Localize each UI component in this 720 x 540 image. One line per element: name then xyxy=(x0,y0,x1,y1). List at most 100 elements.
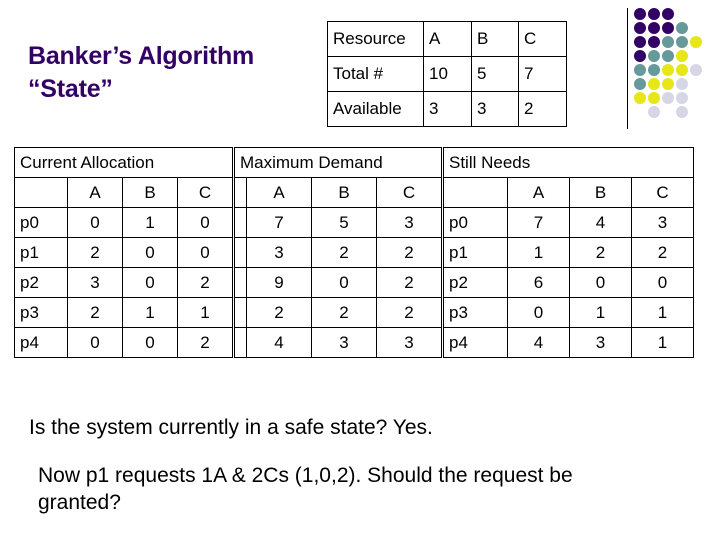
table-row: p1 2 0 0 xyxy=(14,237,233,268)
column-header: C xyxy=(177,177,233,208)
data-cell: 2 xyxy=(67,237,123,268)
decoration-dot xyxy=(676,50,688,62)
still-needs-table: Still Needs A B Cp0 7 4 3 p1 1 2 2 p2 6 0 0 p3 0 1 1 p4 4 3 1 xyxy=(442,147,695,358)
resource-summary-body: Resource A B C Total #10 5 7 Available 3 3 2 xyxy=(327,21,567,127)
process-label-cell: p2 xyxy=(14,267,68,298)
process-label-cell xyxy=(234,207,247,238)
page-title: Banker’s Algorithm “State” xyxy=(28,40,318,107)
data-cell: 2 xyxy=(67,297,123,328)
decoration-dot xyxy=(648,64,660,76)
data-cell: 7 xyxy=(246,207,312,238)
decoration-dot xyxy=(634,92,646,104)
decoration-dot xyxy=(662,8,674,20)
data-cell: 3 xyxy=(569,327,632,358)
decoration-dot xyxy=(634,64,646,76)
column-header: C xyxy=(375,177,443,208)
data-cell: 2 xyxy=(246,297,312,328)
decoration-dot xyxy=(676,78,688,90)
data-cell: 0 xyxy=(177,207,233,238)
current-allocation-table: Current Allocation A B Cp0 0 1 0 p1 2 0 0 p2 3 0 2 p3 2 1… xyxy=(14,147,233,358)
decoration-dot xyxy=(648,8,660,20)
column-header: C xyxy=(630,177,695,208)
decoration-dot xyxy=(648,78,660,90)
maximum-demand-body: Maximum Demand A B C 7 5 3 3 2 2 9 0 2 2 2 2 4 3 3 xyxy=(233,147,443,358)
data-cell: 2 xyxy=(518,91,567,127)
question-safe-state: Is the system currently in a safe state?… xyxy=(29,416,433,439)
table-row: p4 0 0 2 xyxy=(14,327,233,358)
data-cell: 0 xyxy=(311,267,377,298)
data-cell: 2 xyxy=(375,237,443,268)
data-cell: 3 xyxy=(375,207,443,238)
corner-cell xyxy=(234,177,247,208)
data-cell: 9 xyxy=(246,267,312,298)
data-cell: 3 xyxy=(423,91,472,127)
table-row: 902 xyxy=(234,267,443,298)
current-allocation-body: Current Allocation A B Cp0 0 1 0 p1 2 0 0 p2 3 0 2 p3 2 1… xyxy=(14,147,233,358)
data-cell: 3 xyxy=(67,267,123,298)
table-row: Available 3 3 2 xyxy=(327,91,567,127)
decoration-dot xyxy=(676,106,688,118)
table-caption-row: Still Needs xyxy=(442,147,695,178)
process-label-cell: p0 xyxy=(443,207,508,238)
data-cell: 0 xyxy=(569,267,632,298)
column-header: A xyxy=(246,177,312,208)
table-row: p2 6 0 0 xyxy=(443,267,695,298)
page-title-line-2: “State” xyxy=(28,75,113,104)
data-cell: 3 xyxy=(630,207,695,238)
table-row: Total #10 5 7 xyxy=(327,56,567,92)
decoration-dot xyxy=(634,8,646,20)
vertical-divider-rule xyxy=(627,8,628,129)
table-caption-row: Maximum Demand xyxy=(233,147,443,178)
column-header: A xyxy=(507,177,570,208)
decoration-dot xyxy=(634,22,646,34)
row-label-cell: Total # xyxy=(327,56,424,92)
process-label-cell: p1 xyxy=(443,237,508,268)
table-row: p4 4 3 1 xyxy=(443,327,695,358)
decoration-dot xyxy=(634,78,646,90)
table-caption: Still Needs xyxy=(442,147,695,178)
data-cell: 2 xyxy=(375,267,443,298)
table-caption: Maximum Demand xyxy=(233,147,443,178)
process-label-cell: p2 xyxy=(443,267,508,298)
column-header: B xyxy=(569,177,632,208)
data-cell: 0 xyxy=(122,267,178,298)
corner-cell xyxy=(14,177,68,208)
decoration-dot xyxy=(662,64,674,76)
data-cell: 0 xyxy=(122,327,178,358)
column-header: B xyxy=(122,177,178,208)
data-cell: 2 xyxy=(177,327,233,358)
maximum-demand-table: Maximum Demand A B C 7 5 3 3 2 2 9 0 2 2 2 2 4 3 3 xyxy=(233,147,443,358)
decoration-dot xyxy=(690,64,702,76)
table-header-row: ABC xyxy=(14,177,233,208)
process-label-cell xyxy=(234,297,247,328)
table-row: 433 xyxy=(234,327,443,358)
table-header-row: ABC xyxy=(443,177,695,208)
decoration-dot xyxy=(676,92,688,104)
decoration-dot xyxy=(648,92,660,104)
data-cell: 2 xyxy=(311,237,377,268)
process-label-cell xyxy=(234,327,247,358)
data-cell: 7 xyxy=(518,56,567,92)
decoration-dot xyxy=(648,106,660,118)
decoration-dot xyxy=(676,36,688,48)
page-title-line-1: Banker’s Algorithm xyxy=(28,42,255,70)
table-row: p3 2 1 1 xyxy=(14,297,233,328)
row-label-cell: Resource xyxy=(327,21,424,57)
data-cell: 3 xyxy=(471,91,519,127)
data-cell: 7 xyxy=(507,207,570,238)
data-cell: 1 xyxy=(630,297,695,328)
data-cell: B xyxy=(471,21,519,57)
process-label-cell xyxy=(234,237,247,268)
data-cell: 1 xyxy=(122,297,178,328)
decoration-dot xyxy=(634,36,646,48)
dot-grid-decoration xyxy=(634,8,708,128)
table-row: p0 7 4 3 xyxy=(443,207,695,238)
decoration-dot xyxy=(690,36,702,48)
process-label-cell: p4 xyxy=(14,327,68,358)
decoration-dot xyxy=(662,78,674,90)
data-cell: 2 xyxy=(569,237,632,268)
data-cell: 4 xyxy=(507,327,570,358)
decoration-dot xyxy=(648,22,660,34)
column-header: A xyxy=(67,177,123,208)
column-header: B xyxy=(311,177,377,208)
